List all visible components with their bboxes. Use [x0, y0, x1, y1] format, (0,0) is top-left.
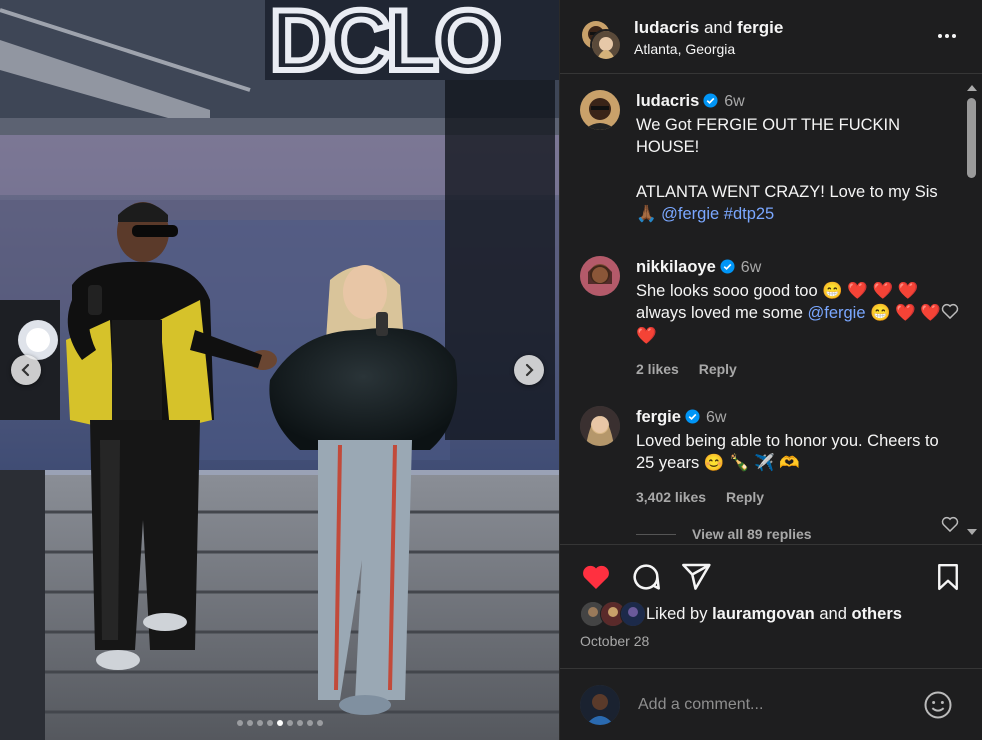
- chevron-right-icon: [525, 363, 534, 377]
- caption-hashtag[interactable]: #dtp25: [724, 205, 774, 223]
- comment-username[interactable]: nikkilaoye: [636, 258, 716, 276]
- scroll-thumb[interactable]: [967, 98, 976, 178]
- bookmark-icon: [938, 563, 958, 591]
- caption-mention[interactable]: @fergie: [661, 205, 719, 223]
- carousel-dot: [286, 720, 293, 726]
- current-user-avatar: [580, 684, 620, 725]
- comment-likes[interactable]: 2 likes: [636, 361, 679, 377]
- avatar: [620, 601, 646, 627]
- scroll-up-arrow[interactable]: [967, 85, 977, 91]
- comment-item: nikkilaoye 6w She looks sooo good too 😁 ❤…: [580, 256, 959, 377]
- caption-time[interactable]: 6w: [724, 93, 744, 110]
- caption-emoji: 🙏🏾: [636, 205, 657, 223]
- avatar[interactable]: [580, 406, 620, 446]
- carousel-dot: [266, 720, 273, 726]
- liked-by-prefix: Liked by: [646, 604, 708, 623]
- comment-username[interactable]: fergie: [636, 408, 681, 426]
- comment-button[interactable]: [630, 561, 662, 593]
- carousel-prev-button[interactable]: [11, 355, 41, 385]
- caption-username[interactable]: ludacris: [636, 92, 699, 110]
- comments-scrollbar[interactable]: [962, 74, 982, 544]
- verified-icon: [685, 409, 700, 424]
- comment-like-icon[interactable]: [940, 514, 960, 534]
- avatar[interactable]: [580, 256, 620, 296]
- post-detail-panel: ludacris and fergie Atlanta, Georgia lud…: [559, 0, 982, 740]
- add-comment-bar: [560, 668, 982, 740]
- carousel-dot: [276, 720, 283, 726]
- caption-line1: We Got FERGIE OUT THE FUCKIN HOUSE!: [636, 115, 901, 157]
- concert-photo-image: DCLO: [0, 0, 559, 740]
- post-authors: ludacris and fergie: [634, 17, 783, 39]
- carousel-dot: [236, 720, 243, 726]
- emoji-icon[interactable]: [923, 690, 953, 720]
- post-date[interactable]: October 28: [580, 633, 649, 649]
- collab-avatars[interactable]: [580, 18, 622, 61]
- chevron-left-icon: [21, 363, 30, 377]
- comment-item: fergie 6w Loved being able to honor you. …: [580, 406, 959, 533]
- more-options-button[interactable]: [934, 25, 960, 47]
- comment-likes[interactable]: 3,402 likes: [636, 489, 706, 505]
- comment-like-icon[interactable]: [940, 301, 960, 321]
- carousel-dot: [316, 720, 323, 726]
- scroll-down-arrow[interactable]: [967, 529, 977, 535]
- liked-by-connector: and: [819, 604, 847, 623]
- avatar-fergie: [590, 28, 622, 61]
- replies-divider: [636, 533, 676, 535]
- like-button[interactable]: [580, 561, 612, 593]
- carousel-dot: [246, 720, 253, 726]
- carousel-next-button[interactable]: [514, 355, 544, 385]
- carousel-dot: [256, 720, 263, 726]
- reply-button[interactable]: Reply: [726, 489, 764, 505]
- svg-text:DCLO: DCLO: [270, 0, 499, 89]
- view-replies-button[interactable]: View all 89 replies: [636, 526, 812, 542]
- comments-list[interactable]: ludacris 6w We Got FERGIE OUT THE FUCKIN …: [560, 74, 960, 544]
- post-location[interactable]: Atlanta, Georgia: [634, 41, 783, 57]
- author-link-fergie[interactable]: fergie: [737, 18, 783, 37]
- share-icon: [682, 563, 711, 590]
- post-actions-area: Liked by lauramgovan and others October …: [560, 544, 982, 668]
- comment-mention[interactable]: @fergie: [808, 304, 866, 322]
- caption-line2: ATLANTA WENT CRAZY! Love to my Sis: [636, 182, 938, 201]
- verified-icon: [720, 259, 735, 274]
- liked-by-user[interactable]: lauramgovan: [712, 605, 815, 623]
- post-header: ludacris and fergie Atlanta, Georgia: [560, 0, 982, 74]
- save-button[interactable]: [933, 561, 963, 593]
- carousel-indicator: [0, 720, 559, 726]
- comment-time[interactable]: 6w: [741, 259, 761, 276]
- share-button[interactable]: [680, 561, 712, 593]
- author-link-ludacris[interactable]: ludacris: [634, 18, 699, 37]
- view-replies-label: View all 89 replies: [692, 526, 812, 542]
- likers-avatars[interactable]: [580, 601, 646, 627]
- post-photo: DCLO: [0, 0, 559, 740]
- more-icon: [938, 34, 942, 38]
- verified-icon: [703, 93, 718, 108]
- heart-icon: [583, 565, 609, 589]
- author-connector: and: [703, 17, 733, 37]
- carousel-dot: [296, 720, 303, 726]
- reply-button[interactable]: Reply: [699, 361, 737, 377]
- comment-text: Loved being able to honor you. Cheers to…: [636, 431, 939, 473]
- avatar[interactable]: [580, 90, 620, 130]
- carousel-dot: [306, 720, 313, 726]
- liked-by: Liked by lauramgovan and others: [580, 601, 902, 627]
- action-bar: [580, 561, 963, 595]
- liked-by-others[interactable]: others: [851, 605, 901, 623]
- caption-item: ludacris 6w We Got FERGIE OUT THE FUCKIN …: [580, 90, 950, 226]
- comment-input[interactable]: [636, 694, 923, 715]
- comment-time[interactable]: 6w: [706, 409, 726, 426]
- comment-icon: [633, 564, 660, 590]
- liked-by-text: Liked by lauramgovan and others: [646, 605, 902, 624]
